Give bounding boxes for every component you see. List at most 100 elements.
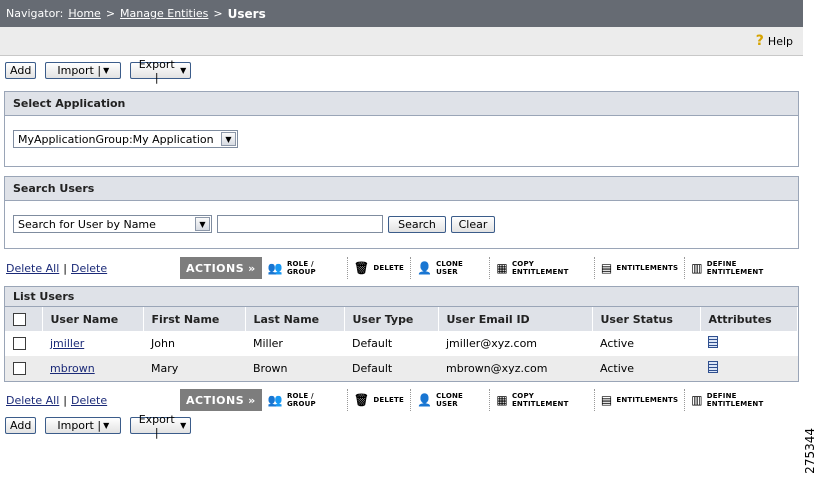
- clone-user-action[interactable]: 👤 CLONE USER: [411, 389, 491, 411]
- role-group-action[interactable]: 👥 ROLE / GROUP: [262, 257, 348, 279]
- help-label: Help: [767, 34, 793, 48]
- entitlements-action[interactable]: ▤ ENTITLEMENTS: [595, 257, 686, 279]
- last-name-cell: Brown: [245, 356, 344, 381]
- user-type-cell: Default: [344, 331, 438, 356]
- help-icon: ?: [755, 33, 764, 49]
- add-button[interactable]: Add: [5, 417, 37, 434]
- delete-action[interactable]: 🗑 DELETE: [348, 257, 411, 279]
- attributes-icon[interactable]: [708, 361, 718, 373]
- breadcrumb-manage-entities-link[interactable]: Manage Entities: [120, 7, 208, 20]
- clone-user-icon: 👤: [416, 393, 433, 407]
- user-name-link[interactable]: mbrown: [50, 362, 95, 375]
- define-entitlement-action[interactable]: ▥ DEFINE ENTITLEMENT: [685, 389, 796, 411]
- export-button[interactable]: Export | ▼: [130, 58, 192, 84]
- user-status-cell: Active: [592, 356, 700, 381]
- export-button[interactable]: Export | ▼: [130, 413, 192, 439]
- column-header[interactable]: First Name: [143, 307, 246, 331]
- help-bar: ? Help: [0, 27, 803, 56]
- row-select-cell: [5, 356, 42, 381]
- define-entitlement-action[interactable]: ▥ DEFINE ENTITLEMENT: [685, 257, 796, 279]
- table-row: mbrown Mary Brown Default mbrown@xyz.com…: [5, 356, 798, 381]
- delete-action-label: DELETE: [373, 264, 404, 272]
- add-button[interactable]: Add: [5, 62, 37, 79]
- figure-id: 275344: [803, 428, 817, 474]
- help-link[interactable]: ? Help: [756, 33, 793, 49]
- select-all-checkbox[interactable]: [13, 312, 26, 326]
- actions-label-text: ACTIONS: [186, 393, 245, 407]
- export-label: Export |: [138, 57, 175, 84]
- delete-action[interactable]: 🗑 DELETE: [348, 389, 411, 411]
- chevron-right-icon: »: [248, 393, 256, 407]
- import-button[interactable]: Import | ▼: [45, 62, 122, 79]
- breadcrumb-home-link[interactable]: Home: [68, 7, 100, 20]
- navigator-bar: Navigator: Home > Manage Entities > User…: [0, 0, 803, 27]
- column-header[interactable]: User Name: [42, 307, 144, 331]
- chevron-right-icon: »: [248, 261, 256, 275]
- search-input[interactable]: [217, 215, 383, 233]
- role-group-action[interactable]: 👥 ROLE / GROUP: [262, 389, 348, 411]
- attributes-icon[interactable]: [708, 336, 718, 348]
- column-header: Attributes: [700, 307, 798, 331]
- clear-button[interactable]: Clear: [451, 215, 495, 233]
- dropdown-arrow-icon: ▼: [103, 66, 110, 75]
- clone-user-label: CLONE USER: [436, 392, 464, 408]
- select-all-header: [5, 307, 43, 331]
- list-users-panel: List Users User Name First Name Last Nam…: [4, 286, 799, 382]
- delete-link[interactable]: Delete: [71, 394, 107, 407]
- clone-user-icon: 👤: [416, 261, 433, 275]
- copy-entitlement-label: COPY ENTITLEMENT: [511, 392, 569, 408]
- dropdown-arrow-icon: ▼: [103, 421, 110, 430]
- list-users-title: List Users: [5, 287, 798, 307]
- navigator-label: Navigator:: [6, 7, 64, 20]
- copy-entitlement-action[interactable]: ▦ COPY ENTITLEMENT: [490, 389, 595, 411]
- user-name-link[interactable]: jmiller: [50, 337, 84, 350]
- dropdown-arrow-icon: ▼: [180, 421, 187, 430]
- export-label: Export |: [138, 412, 175, 439]
- breadcrumb-separator: >: [213, 7, 223, 20]
- search-users-panel: Search Users Search for User by Name ▼ S…: [4, 176, 799, 249]
- column-header[interactable]: User Type: [344, 307, 439, 331]
- application-select[interactable]: MyApplicationGroup:My Application ▼: [13, 130, 238, 148]
- import-label: Import |: [57, 419, 102, 432]
- search-mode-select[interactable]: Search for User by Name ▼: [13, 215, 212, 233]
- delete-link[interactable]: Delete: [71, 262, 107, 275]
- first-name-cell: John: [143, 331, 245, 356]
- user-email-cell: mbrown@xyz.com: [438, 356, 592, 381]
- copy-entitlement-action[interactable]: ▦ COPY ENTITLEMENT: [490, 257, 595, 279]
- actions-row-bottom: Delete All | Delete ACTIONS » 👥 ROLE / G…: [6, 388, 796, 412]
- clone-user-action[interactable]: 👤 CLONE USER: [411, 257, 491, 279]
- select-application-title: Select Application: [5, 92, 798, 116]
- top-button-row: Add Import | ▼ Export | ▼: [5, 58, 192, 84]
- import-button[interactable]: Import | ▼: [45, 417, 122, 434]
- users-page: Navigator: Home > Manage Entities > User…: [0, 0, 803, 478]
- trash-icon: 🗑: [353, 261, 370, 275]
- user-name-cell: mbrown: [42, 356, 143, 381]
- row-checkbox[interactable]: [13, 362, 26, 376]
- column-header[interactable]: User Status: [592, 307, 701, 331]
- attributes-cell: [700, 331, 798, 356]
- last-name-cell: Miller: [245, 331, 344, 356]
- copy-entitlement-icon: ▦: [496, 393, 508, 407]
- user-name-cell: jmiller: [42, 331, 143, 356]
- entitlements-label: ENTITLEMENTS: [616, 264, 679, 272]
- define-entitlement-label: DEFINE ENTITLEMENT: [706, 392, 764, 408]
- row-checkbox[interactable]: [13, 337, 26, 351]
- entitlements-label: ENTITLEMENTS: [616, 396, 679, 404]
- entitlements-icon: ▤: [600, 261, 613, 275]
- entitlements-action[interactable]: ▤ ENTITLEMENTS: [595, 389, 686, 411]
- user-email-cell: jmiller@xyz.com: [438, 331, 592, 356]
- link-divider: |: [63, 262, 67, 275]
- column-header[interactable]: User Email ID: [438, 307, 593, 331]
- breadcrumb-current: Users: [227, 6, 266, 21]
- bottom-button-row: Add Import | ▼ Export | ▼: [5, 413, 192, 439]
- delete-all-link[interactable]: Delete All: [6, 394, 59, 407]
- breadcrumb-separator: >: [105, 7, 116, 20]
- column-header[interactable]: Last Name: [245, 307, 345, 331]
- copy-entitlement-label: COPY ENTITLEMENT: [511, 260, 569, 276]
- table-row: jmiller John Miller Default jmiller@xyz.…: [5, 331, 798, 356]
- actions-row-top: Delete All | Delete ACTIONS » 👥 ROLE / G…: [6, 256, 796, 280]
- search-mode-value: Search for User by Name: [18, 217, 156, 231]
- actions-toolbar: ACTIONS » 👥 ROLE / GROUP 🗑 DELETE 👤 CLON…: [180, 256, 796, 280]
- delete-all-link[interactable]: Delete All: [6, 262, 59, 275]
- search-button[interactable]: Search: [388, 215, 446, 233]
